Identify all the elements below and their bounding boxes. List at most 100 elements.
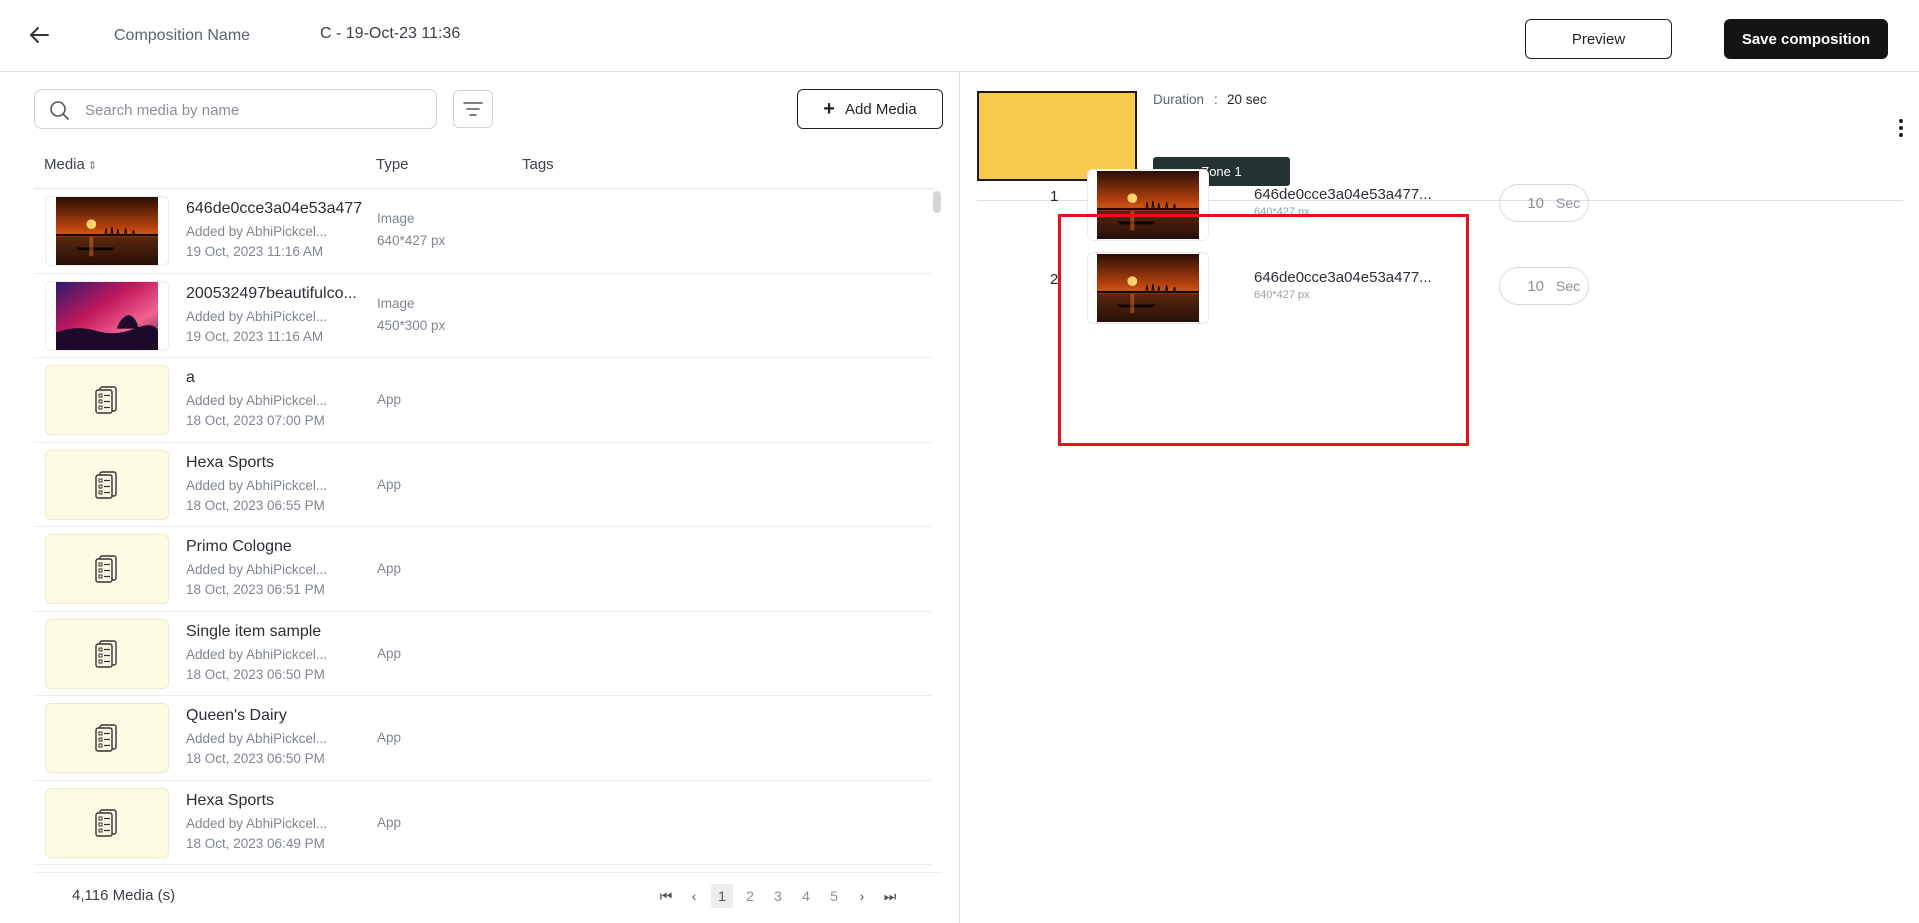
media-title: a bbox=[186, 369, 195, 386]
duration-input[interactable] bbox=[1504, 277, 1544, 295]
duration-label: Duration bbox=[1153, 92, 1205, 107]
filter-icon bbox=[463, 102, 483, 116]
app-icon bbox=[95, 724, 117, 752]
image-thumbnail bbox=[45, 280, 169, 351]
media-title: Queen's Dairy bbox=[186, 707, 287, 724]
media-type: App bbox=[377, 645, 402, 661]
media-date: 19 Oct, 2023 11:16 AM bbox=[186, 244, 324, 259]
duration-value: 20 sec bbox=[1227, 92, 1267, 107]
media-date: 18 Oct, 2023 06:55 PM bbox=[186, 497, 325, 513]
app-icon bbox=[95, 808, 117, 837]
media-type: App bbox=[377, 814, 402, 830]
more-options-icon[interactable] bbox=[1893, 116, 1909, 140]
page-number-5[interactable]: 5 bbox=[823, 884, 845, 908]
page-number-3[interactable]: 3 bbox=[767, 884, 789, 908]
duration-stepper[interactable]: Sec bbox=[1499, 267, 1589, 305]
search-input[interactable] bbox=[85, 98, 425, 122]
media-added-by: Added by AbhiPickcel... bbox=[186, 562, 328, 577]
media-date: 18 Oct, 2023 06:51 PM bbox=[186, 582, 325, 597]
divider bbox=[34, 872, 942, 873]
media-date: 19 Oct, 2023 11:16 AM bbox=[186, 328, 324, 344]
playlist-index: 1 bbox=[1050, 188, 1059, 205]
table-row[interactable]: 646de0cce3a04e53a477 Added by AbhiPickcel… bbox=[34, 189, 932, 274]
table-row[interactable]: 200532497beautifulco... Added by AbhiPick… bbox=[34, 274, 932, 358]
media-title: Primo Cologne bbox=[186, 538, 292, 555]
media-date: 18 Oct, 2023 06:50 PM bbox=[186, 751, 325, 766]
app-thumbnail bbox=[45, 365, 169, 435]
column-header-media[interactable]: Media ⇕ bbox=[44, 156, 97, 173]
media-title: 646de0cce3a04e53a477 bbox=[186, 200, 363, 217]
scrollbar[interactable] bbox=[932, 189, 942, 869]
app-icon bbox=[95, 639, 117, 668]
media-date: 18 Oct, 2023 07:00 PM bbox=[186, 413, 325, 428]
playlist-item-name: 646de0cce3a04e53a477... bbox=[1254, 186, 1432, 203]
table-row[interactable]: Primo Cologne Added by AbhiPickcel... 18 O… bbox=[34, 527, 932, 612]
media-date: 18 Oct, 2023 06:50 PM bbox=[186, 666, 325, 682]
image-thumbnail bbox=[45, 196, 169, 266]
page-number-4[interactable]: 4 bbox=[795, 884, 817, 908]
app-thumbnail bbox=[45, 703, 169, 773]
table-row[interactable]: Hexa Sports Added by AbhiPickcel... 18 Oct… bbox=[34, 443, 932, 527]
media-type: App bbox=[377, 476, 402, 492]
media-added-by: Added by AbhiPickcel... bbox=[186, 308, 328, 324]
table-row[interactable]: Hexa Sports Added by AbhiPickcel... 18 Oct… bbox=[34, 781, 932, 865]
media-added-by: Added by AbhiPickcel... bbox=[186, 477, 328, 493]
media-type: App bbox=[377, 730, 402, 745]
sort-icon[interactable]: ⇕ bbox=[88, 160, 97, 172]
app-icon bbox=[95, 470, 117, 499]
app-thumbnail bbox=[45, 534, 169, 604]
search-icon bbox=[50, 101, 69, 120]
column-header-type: Type bbox=[376, 156, 409, 173]
media-added-by: Added by AbhiPickcel... bbox=[186, 815, 328, 831]
media-added-by: Added by AbhiPickcel... bbox=[186, 393, 328, 408]
preview-button[interactable]: Preview bbox=[1525, 19, 1672, 59]
add-media-button[interactable]: + Add Media bbox=[797, 89, 943, 129]
search-field[interactable] bbox=[34, 89, 437, 129]
table-row[interactable]: Queen's Dairy Added by AbhiPickcel... 18 O… bbox=[34, 696, 932, 781]
media-title: 200532497beautifulco... bbox=[186, 284, 357, 302]
back-arrow-icon[interactable] bbox=[26, 22, 52, 48]
plus-icon: + bbox=[823, 98, 835, 120]
media-added-by: Added by AbhiPickcel... bbox=[186, 224, 328, 239]
duration-input[interactable] bbox=[1504, 194, 1544, 212]
add-media-label: Add Media bbox=[844, 100, 917, 118]
media-type: Image bbox=[377, 295, 415, 311]
app-thumbnail bbox=[45, 449, 169, 520]
media-date: 18 Oct, 2023 06:49 PM bbox=[186, 835, 325, 851]
filter-button[interactable] bbox=[453, 90, 493, 128]
media-added-by: Added by AbhiPickcel... bbox=[186, 646, 328, 662]
media-dimensions: 450*300 px bbox=[377, 317, 446, 333]
media-title: Hexa Sports bbox=[186, 453, 275, 471]
save-composition-button[interactable]: Save composition bbox=[1724, 19, 1888, 59]
page-number-1[interactable]: 1 bbox=[711, 884, 733, 908]
media-title: Single item sample bbox=[186, 622, 322, 640]
duration-separator: : bbox=[1214, 92, 1218, 107]
top-bar: Composition Name C - 19-Oct-23 11:36 Pre… bbox=[0, 0, 1919, 72]
media-added-by: Added by AbhiPickcel... bbox=[186, 731, 328, 746]
table-row[interactable]: a Added by AbhiPickcel... 18 Oct, 2023 07:… bbox=[34, 358, 932, 443]
composition-name-value[interactable]: C - 19-Oct-23 11:36 bbox=[320, 25, 460, 43]
media-title: Hexa Sports bbox=[186, 791, 275, 809]
media-type: Image bbox=[377, 211, 415, 226]
zone-preview[interactable] bbox=[977, 91, 1137, 181]
table-row[interactable]: Single item sample Added by AbhiPickcel..… bbox=[34, 612, 932, 696]
page-number-2[interactable]: 2 bbox=[739, 884, 761, 908]
duration-stepper[interactable]: Sec bbox=[1499, 184, 1589, 222]
column-header-tags: Tags bbox=[522, 156, 554, 173]
duration-unit: Sec bbox=[1556, 195, 1581, 211]
media-dimensions: 640*427 px bbox=[377, 233, 446, 248]
app-thumbnail bbox=[45, 618, 169, 689]
scrollbar-thumb[interactable] bbox=[933, 191, 941, 213]
app-icon bbox=[95, 386, 117, 414]
column-media-label: Media bbox=[44, 156, 85, 173]
prev-page-icon[interactable]: ‹ bbox=[683, 884, 705, 908]
last-page-icon[interactable]: ⏭ bbox=[879, 884, 901, 908]
composition-panel: Duration : 20 sec Zone 1 1 646de0cce3a04… bbox=[961, 72, 1919, 923]
app-thumbnail bbox=[45, 787, 169, 858]
highlight-box bbox=[1058, 214, 1469, 446]
composition-name-label: Composition Name bbox=[114, 27, 251, 44]
app-icon bbox=[95, 555, 117, 583]
first-page-icon[interactable]: ⏮ bbox=[655, 884, 677, 908]
media-count: 4,116 Media (s) bbox=[72, 887, 176, 904]
next-page-icon[interactable]: › bbox=[851, 884, 873, 908]
